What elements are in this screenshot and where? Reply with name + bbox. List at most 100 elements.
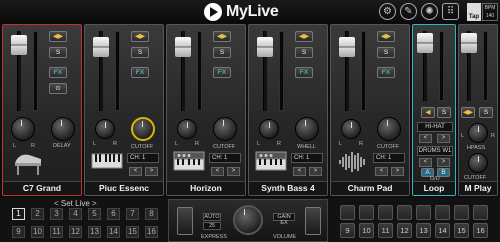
mute-button[interactable]: ◀▶ bbox=[131, 31, 149, 42]
solo-button[interactable]: S bbox=[131, 47, 149, 58]
hihat-prev-button[interactable]: < bbox=[419, 134, 432, 143]
set-live-pad[interactable]: 7 bbox=[126, 208, 139, 220]
set-live-pad[interactable]: 12 bbox=[69, 226, 82, 238]
channel-up-button[interactable]: > bbox=[145, 167, 158, 176]
grid-pad[interactable]: 13 bbox=[416, 223, 431, 238]
channel-strip-piuc-essenc[interactable]: ◀▶ S FX L R CUTOFF CH: 1 < > Piuc Essenc bbox=[84, 24, 164, 196]
set-live-pad[interactable]: 14 bbox=[107, 226, 120, 238]
channel-down-button[interactable]: < bbox=[211, 167, 224, 176]
grid-pad[interactable] bbox=[397, 205, 412, 220]
channel-up-button[interactable]: > bbox=[309, 167, 322, 176]
grid-pad[interactable]: 12 bbox=[397, 223, 412, 238]
settings-dial-icon[interactable]: ✺ bbox=[421, 3, 438, 20]
midi-channel-box[interactable]: CH: 1 bbox=[373, 153, 405, 163]
set-live-pad[interactable]: 3 bbox=[50, 208, 63, 220]
strip-name[interactable]: M Play bbox=[459, 181, 497, 195]
channel-up-button[interactable]: > bbox=[391, 167, 404, 176]
solo-button[interactable]: S bbox=[49, 47, 67, 58]
channel-strip-c7-grand[interactable]: ◀▶ S FX ⊙ L R DELAY C7 Grand bbox=[2, 24, 82, 196]
volume-fader-handle[interactable] bbox=[93, 37, 109, 57]
volume-fader-handle[interactable] bbox=[257, 37, 273, 57]
pan-knob[interactable] bbox=[11, 117, 35, 141]
channel-strip-charm-pad[interactable]: ◀▶ S FX L R CUTOFF CH: 1 < > Charm Pad bbox=[330, 24, 410, 196]
set-live-pad[interactable]: 1 bbox=[12, 208, 25, 220]
option-button[interactable]: ⊙ bbox=[49, 83, 67, 94]
set-live-pad[interactable]: 6 bbox=[107, 208, 120, 220]
set-live-pad[interactable]: 16 bbox=[145, 226, 158, 238]
loop-solo-button[interactable]: S bbox=[437, 107, 451, 118]
auto-value[interactable]: 25 bbox=[203, 222, 221, 230]
drums-next-button[interactable]: > bbox=[437, 158, 450, 167]
pan-knob[interactable] bbox=[341, 119, 361, 139]
mute-button[interactable]: ◀▶ bbox=[213, 31, 231, 42]
grid-pad[interactable] bbox=[473, 205, 488, 220]
strip-name[interactable]: Charm Pad bbox=[331, 181, 409, 195]
channel-down-button[interactable]: < bbox=[129, 167, 142, 176]
cutoff-knob[interactable] bbox=[377, 117, 401, 141]
set-live-pad[interactable]: 8 bbox=[145, 208, 158, 220]
cutoff-knob[interactable] bbox=[468, 153, 488, 173]
grid-pad[interactable] bbox=[359, 205, 374, 220]
expression-pedal[interactable] bbox=[177, 207, 193, 235]
pan-knob[interactable] bbox=[95, 119, 115, 139]
fx-button[interactable]: FX bbox=[377, 67, 395, 78]
grid-pad[interactable]: 9 bbox=[340, 223, 355, 238]
mute-button[interactable]: ◀▶ bbox=[49, 31, 67, 42]
grid-pad[interactable]: 11 bbox=[378, 223, 393, 238]
grid-pad[interactable]: 15 bbox=[454, 223, 469, 238]
volume-fader-handle[interactable] bbox=[339, 37, 355, 57]
solo-button[interactable]: S bbox=[295, 47, 313, 58]
cutoff-knob[interactable] bbox=[213, 117, 237, 141]
pan-knob[interactable] bbox=[259, 119, 279, 139]
grid-pad[interactable]: 16 bbox=[473, 223, 488, 238]
grid-pad[interactable] bbox=[340, 205, 355, 220]
hpass-knob[interactable] bbox=[468, 123, 488, 143]
set-live-pad[interactable]: 15 bbox=[126, 226, 139, 238]
loop-mute-button[interactable]: ◀ bbox=[421, 107, 435, 118]
channel-up-button[interactable]: > bbox=[227, 167, 240, 176]
strip-name[interactable]: C7 Grand bbox=[3, 181, 81, 195]
set-live-pad[interactable]: 9 bbox=[12, 226, 25, 238]
pan-knob[interactable] bbox=[177, 119, 197, 139]
strip-name[interactable]: Horizon bbox=[167, 181, 245, 195]
set-live-pad[interactable]: 10 bbox=[31, 226, 44, 238]
midi-channel-box[interactable]: CH: 1 bbox=[291, 153, 323, 163]
mute-button[interactable]: ◀▶ bbox=[295, 31, 313, 42]
drums-prev-button[interactable]: < bbox=[419, 158, 432, 167]
set-live-pad[interactable]: 13 bbox=[88, 226, 101, 238]
solo-button[interactable]: S bbox=[377, 47, 395, 58]
solo-button[interactable]: S bbox=[479, 107, 493, 118]
fx-button[interactable]: FX bbox=[131, 67, 149, 78]
grid-pad[interactable]: 10 bbox=[359, 223, 374, 238]
tap-tempo-button[interactable]: Tap bbox=[467, 3, 481, 21]
wheel-knob[interactable] bbox=[295, 117, 319, 141]
volume-fader-handle[interactable] bbox=[461, 33, 477, 53]
delay-knob[interactable] bbox=[51, 117, 75, 141]
channel-down-button[interactable]: < bbox=[375, 167, 388, 176]
midi-channel-box[interactable]: CH: 1 bbox=[127, 153, 159, 163]
hihat-next-button[interactable]: > bbox=[437, 134, 450, 143]
set-live-pad[interactable]: 5 bbox=[88, 208, 101, 220]
mute-button[interactable]: ◀▶ bbox=[461, 107, 475, 118]
fx-button[interactable]: FX bbox=[213, 67, 231, 78]
grid-pad[interactable] bbox=[454, 205, 469, 220]
grid-pad[interactable]: 14 bbox=[435, 223, 450, 238]
dots-grid-icon[interactable]: ⠿ bbox=[442, 3, 459, 20]
channel-strip-horizon[interactable]: ◀▶ S FX L R CUTOFF CH: 1 < > Horizon bbox=[166, 24, 246, 196]
volume-fader-handle[interactable] bbox=[11, 35, 27, 55]
wrench-icon[interactable]: ✎ bbox=[400, 3, 417, 20]
grid-pad[interactable] bbox=[416, 205, 431, 220]
set-live-pad[interactable]: 11 bbox=[50, 226, 63, 238]
volume-pedal[interactable] bbox=[305, 207, 321, 235]
mute-button[interactable]: ◀▶ bbox=[377, 31, 395, 42]
set-live-label[interactable]: < Set Live > bbox=[54, 199, 97, 208]
channel-strip-synth-bass-4[interactable]: ◀▶ S FX L R WHELL CH: 1 < > Synth Bass 4 bbox=[248, 24, 328, 196]
volume-fader-handle[interactable] bbox=[417, 33, 433, 53]
strip-name[interactable]: Piuc Essenc bbox=[85, 181, 163, 195]
master-knob[interactable] bbox=[233, 205, 263, 235]
strip-name[interactable]: Loop bbox=[413, 181, 455, 195]
fx-button[interactable]: FX bbox=[49, 67, 67, 78]
fx-button[interactable]: FX bbox=[295, 67, 313, 78]
set-live-pad[interactable]: 2 bbox=[31, 208, 44, 220]
channel-strip-m-play[interactable]: ◀▶ S L R HPASS CUTOFF M Play bbox=[458, 24, 498, 196]
